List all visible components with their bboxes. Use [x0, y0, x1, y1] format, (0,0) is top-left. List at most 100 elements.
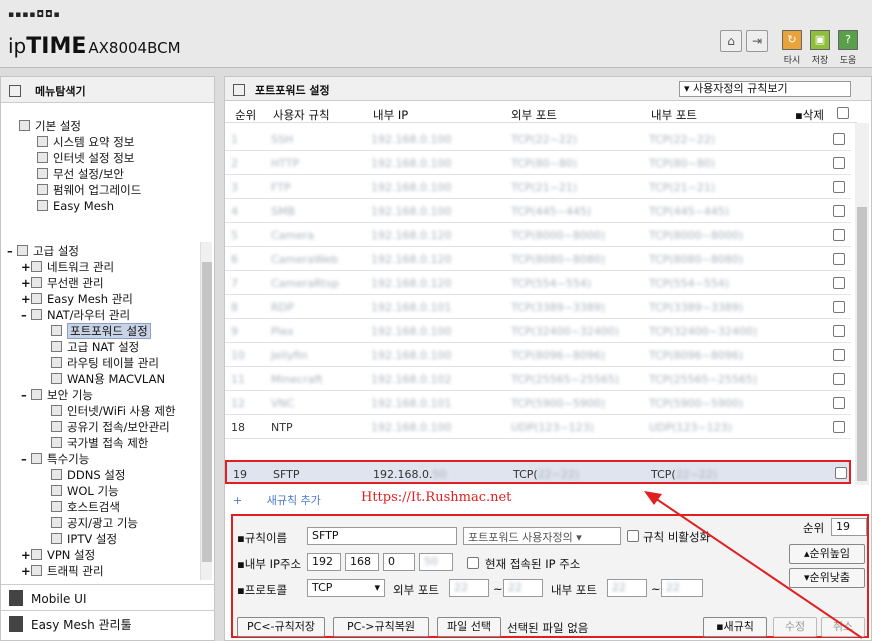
delete-checkbox[interactable]: [833, 301, 845, 313]
help-icon[interactable]: ?: [838, 30, 858, 50]
ext-port-from[interactable]: 22: [449, 579, 489, 597]
tree-item-portforward[interactable]: 포트포워드 설정: [51, 323, 151, 339]
delete-checkbox[interactable]: [833, 373, 845, 385]
ip-octet-2[interactable]: 168: [345, 553, 379, 571]
help-label: 도움: [839, 56, 857, 66]
restore-rules-button[interactable]: PC->규칙복원: [333, 617, 429, 637]
table-row[interactable]: 2 HTTP 192.168.0.100 TCP(80~80) TCP(80~80): [225, 151, 851, 175]
tree-item[interactable]: 고급 NAT 설정: [51, 340, 139, 354]
int-port-to[interactable]: 22: [661, 579, 703, 597]
tree-group[interactable]: + 네트워크 관리: [21, 260, 114, 274]
tree-item[interactable]: IPTV 설정: [51, 532, 117, 546]
ip-octet-1[interactable]: 192: [307, 553, 341, 571]
rank-up-button[interactable]: ▴순위높임: [789, 544, 865, 564]
edit-button[interactable]: 수정: [773, 617, 817, 637]
scroll-thumb[interactable]: [857, 207, 867, 481]
delete-checkbox[interactable]: [833, 349, 845, 361]
tree-item[interactable]: 공지/광고 기능: [51, 516, 138, 530]
delete-checkbox[interactable]: [833, 205, 845, 217]
tree-item[interactable]: 무선 설정/보안: [37, 167, 124, 181]
cell-ext: TCP(22~22): [511, 133, 578, 146]
tree-group[interactable]: + Easy Mesh 관리: [21, 292, 133, 306]
ext-port-to[interactable]: 22: [503, 579, 543, 597]
disable-checkbox[interactable]: [627, 530, 639, 542]
logout-icon[interactable]: ⇥: [746, 30, 768, 52]
col-delete[interactable]: ▪삭제: [795, 107, 824, 123]
table-row[interactable]: 18 NTP 192.168.0.100 UDP(123~123) UDP(123~12…: [225, 415, 851, 439]
tree-item[interactable]: 공유기 접속/보안관리: [51, 420, 170, 434]
tree-item[interactable]: 호스트검색: [51, 500, 120, 514]
tree-item[interactable]: 라우팅 테이블 관리: [51, 356, 159, 370]
mobile-ui-link[interactable]: Mobile UI: [1, 584, 214, 610]
scroll-thumb[interactable]: [202, 262, 212, 562]
preset-select[interactable]: 포트포워드 사용자정의 ▾: [463, 527, 621, 545]
tree-group[interactable]: – NAT/라우터 관리: [21, 308, 130, 322]
delete-checkbox[interactable]: [833, 277, 845, 289]
tree-group[interactable]: + 무선랜 관리: [21, 276, 104, 290]
rank-input[interactable]: 19: [831, 518, 867, 536]
file-select-button[interactable]: 파일 선택: [437, 617, 501, 637]
rank-down-button[interactable]: ▾순위낮춤: [789, 568, 865, 588]
tree-advanced[interactable]: – 고급 설정: [7, 244, 79, 258]
tree-item[interactable]: Easy Mesh: [37, 199, 114, 213]
cell-int: TCP(80~80): [649, 157, 716, 170]
cell-name: Jellyfin: [271, 349, 308, 362]
protocol-select[interactable]: TCP ▾: [307, 579, 385, 597]
tree-group[interactable]: – 보안 기능: [21, 388, 93, 402]
tree-group[interactable]: + VPN 설정: [21, 548, 95, 562]
table-row[interactable]: 8 RDP 192.168.0.101 TCP(3389~3389) TCP(3389~…: [225, 295, 851, 319]
tree-item[interactable]: 시스템 요약 정보: [37, 135, 134, 149]
tree-basic[interactable]: 기본 설정: [19, 119, 81, 133]
rule-name-input[interactable]: SFTP: [307, 527, 457, 545]
current-ip-label: 현재 접속된 IP 주소: [485, 557, 581, 571]
delete-checkbox[interactable]: [833, 157, 845, 169]
cell-rank: 6: [231, 253, 238, 266]
restart-icon[interactable]: ↻: [782, 30, 802, 50]
current-ip-checkbox[interactable]: [467, 557, 479, 569]
tree-item[interactable]: 국가별 접속 제한: [51, 436, 148, 450]
table-row[interactable]: 1 SSH 192.168.0.100 TCP(22~22) TCP(22~22): [225, 127, 851, 151]
table-scrollbar[interactable]: [855, 123, 869, 485]
save-icon[interactable]: ▣: [810, 30, 830, 50]
tree-item[interactable]: 펌웨어 업그레이드: [37, 183, 141, 197]
delete-checkbox[interactable]: [833, 229, 845, 241]
table-row-highlighted[interactable]: 19 SFTP 192.168.0.50 TCP(22~22) TCP(22~2…: [225, 460, 851, 484]
home-icon[interactable]: ⌂: [720, 30, 742, 52]
table-row[interactable]: 7 CameraRtsp 192.168.0.120 TCP(554~554) TCP(…: [225, 271, 851, 295]
easymesh-tool-link[interactable]: Easy Mesh 관리툴: [1, 610, 214, 636]
delete-checkbox[interactable]: [833, 325, 845, 337]
rule-view-select[interactable]: ▾ 사용자정의 규칙보기: [679, 81, 851, 97]
sidebar-scrollbar[interactable]: [200, 242, 212, 580]
table-row[interactable]: 9 Plex 192.168.0.100 TCP(32400~32400) TCP(32…: [225, 319, 851, 343]
select-all-checkbox[interactable]: [837, 107, 849, 119]
save-rules-button[interactable]: PC<-규칙저장: [237, 617, 325, 637]
table-row[interactable]: 12 VNC 192.168.0.101 TCP(5900~5900) TCP(5900…: [225, 391, 851, 415]
tree-group[interactable]: – 특수기능: [21, 452, 89, 466]
delete-checkbox[interactable]: [833, 133, 845, 145]
tree-item[interactable]: WOL 기능: [51, 484, 119, 498]
ip-octet-3[interactable]: 0: [383, 553, 415, 571]
table-row[interactable]: 11 Minecraft 192.168.0.102 TCP(25565~25565)…: [225, 367, 851, 391]
delete-checkbox[interactable]: [833, 397, 845, 409]
table-row[interactable]: 3 FTP 192.168.0.100 TCP(21~21) TCP(21~21): [225, 175, 851, 199]
int-port-from[interactable]: 22: [607, 579, 647, 597]
table-row[interactable]: 4 SMB 192.168.0.100 TCP(445~445) TCP(445~445…: [225, 199, 851, 223]
table-row[interactable]: 5 Camera 192.168.0.120 TCP(8000~8000) TCP(80…: [225, 223, 851, 247]
add-rule-link[interactable]: + 새규칙 추가: [233, 492, 321, 508]
cancel-button[interactable]: 취소: [821, 617, 865, 637]
table-row[interactable]: 10 Jellyfin 192.168.0.100 TCP(8096~8096) TCP…: [225, 343, 851, 367]
cell-rank: 10: [231, 349, 245, 362]
delete-checkbox[interactable]: [833, 253, 845, 265]
tree-item[interactable]: 인터넷 설정 정보: [37, 151, 134, 165]
ip-octet-4[interactable]: 50: [419, 553, 453, 571]
tree-item[interactable]: 인터넷/WiFi 사용 제한: [51, 404, 176, 418]
tree-item[interactable]: DDNS 설정: [51, 468, 125, 482]
tree-item[interactable]: WAN용 MACVLAN: [51, 372, 165, 386]
tree-group[interactable]: + 트래픽 관리: [21, 564, 104, 578]
new-rule-button[interactable]: ▪새규칙: [703, 617, 767, 637]
delete-checkbox[interactable]: [835, 467, 847, 479]
table-row[interactable]: 6 CameraWeb 192.168.0.120 TCP(8080~8080) TCP…: [225, 247, 851, 271]
cell-name: Minecraft: [271, 373, 323, 386]
delete-checkbox[interactable]: [833, 421, 845, 433]
delete-checkbox[interactable]: [833, 181, 845, 193]
